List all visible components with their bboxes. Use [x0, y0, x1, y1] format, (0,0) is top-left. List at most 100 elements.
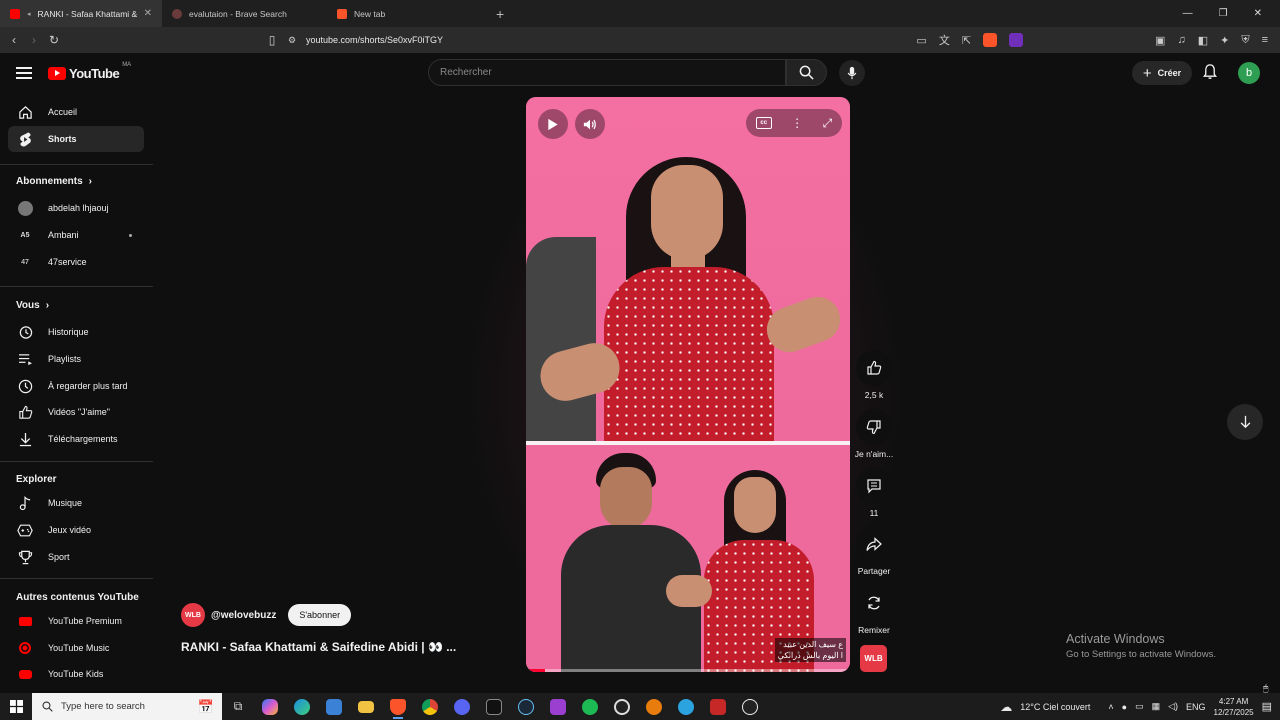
- taskbar-app-edge[interactable]: [286, 693, 318, 720]
- brave-favicon-icon: [337, 8, 347, 19]
- menu-icon[interactable]: ≡: [1262, 34, 1268, 46]
- close-window-icon[interactable]: ✕: [1254, 8, 1262, 19]
- sidebar-item-channel[interactable]: A5 Ambani: [8, 222, 144, 248]
- bookmark-icon[interactable]: ▯: [262, 33, 282, 47]
- fullscreen-icon[interactable]: ⤢: [823, 116, 833, 131]
- screen-icon[interactable]: ▭: [916, 34, 926, 47]
- network-icon[interactable]: ▦: [1152, 701, 1161, 712]
- tab-brave-search[interactable]: evalutaion - Brave Search: [162, 0, 327, 27]
- show-hidden-icons-icon[interactable]: ˄: [1108, 702, 1113, 712]
- next-short-button[interactable]: [1227, 404, 1263, 440]
- sidebar-item-sport[interactable]: Sport: [8, 544, 144, 570]
- subscriptions-heading[interactable]: Abonnements ›: [16, 176, 92, 187]
- task-view-button[interactable]: ⧉: [222, 693, 254, 720]
- you-heading[interactable]: Vous ›: [16, 300, 49, 311]
- remix-button[interactable]: Remixer: [853, 585, 895, 635]
- sidebar-item-youtube-kids[interactable]: YouTube Kids: [8, 661, 144, 687]
- hamburger-menu-icon[interactable]: [16, 64, 32, 82]
- sidebar-item-downloads[interactable]: Téléchargements: [8, 426, 144, 452]
- site-info-icon[interactable]: ⚙: [282, 35, 302, 46]
- create-button[interactable]: + Créer: [1132, 61, 1192, 85]
- share-icon[interactable]: ⇱: [962, 34, 971, 47]
- taskbar-search-input[interactable]: Type here to search 📅: [32, 693, 222, 720]
- sidebar-item-playlists[interactable]: Playlists: [8, 346, 144, 372]
- forward-icon[interactable]: ›: [24, 33, 44, 47]
- sidebar-item-liked-videos[interactable]: Vidéos "J'aime": [8, 399, 144, 425]
- dislike-button[interactable]: Je n'aim...: [853, 409, 895, 459]
- maximize-icon[interactable]: ❐: [1219, 8, 1228, 19]
- taskbar-app-chrome[interactable]: [414, 693, 446, 720]
- play-button[interactable]: [538, 109, 568, 139]
- tab-title: RANKI - Safaa Khattami & Sai: [37, 8, 137, 19]
- subscribe-button[interactable]: S'abonner: [288, 604, 352, 626]
- search-button[interactable]: [786, 59, 827, 86]
- like-button[interactable]: 2,5 k: [853, 350, 895, 400]
- close-tab-icon[interactable]: ✕: [144, 8, 152, 19]
- video-progress-bar[interactable]: [526, 669, 850, 672]
- new-tab-button[interactable]: +: [496, 6, 504, 22]
- volume-button[interactable]: [575, 109, 605, 139]
- sidebar-item-youtube-premium[interactable]: YouTube Premium: [8, 608, 144, 634]
- taskbar-app-discord[interactable]: [446, 693, 478, 720]
- taskbar-app-steam[interactable]: [510, 693, 542, 720]
- taskbar-app-prime[interactable]: [542, 693, 574, 720]
- language-indicator[interactable]: ENG: [1186, 702, 1206, 712]
- clock[interactable]: 4:27 AM 12/27/2025: [1214, 696, 1254, 718]
- taskbar-app-obs[interactable]: [606, 693, 638, 720]
- audio-icon[interactable]: ◂: [27, 10, 31, 18]
- voice-search-button[interactable]: [839, 60, 865, 86]
- sidebar-item-channel[interactable]: 47 47service: [8, 249, 144, 275]
- share-button[interactable]: Partager: [853, 526, 895, 576]
- taskbar-app-store[interactable]: [318, 693, 350, 720]
- brave-shields-icon[interactable]: [983, 33, 998, 47]
- video-title[interactable]: RANKI - Safaa Khattami & Saifedine Abidi…: [181, 640, 481, 654]
- search-input[interactable]: Rechercher: [428, 59, 786, 86]
- sidebar-item-watch-later[interactable]: À regarder plus tard: [8, 373, 144, 399]
- taskbar-app-brave[interactable]: [382, 693, 414, 720]
- brave-rewards-icon[interactable]: [1009, 33, 1024, 47]
- taskbar-app-spotify[interactable]: [574, 693, 606, 720]
- taskbar-app-explorer[interactable]: [350, 693, 382, 720]
- sidebar-item-accueil[interactable]: Accueil: [8, 99, 144, 125]
- taskbar-app-capcut[interactable]: [478, 693, 510, 720]
- channel-badge[interactable]: WLB: [860, 645, 887, 672]
- sidebar-toggle-icon[interactable]: ◧: [1198, 34, 1208, 47]
- start-button[interactable]: [0, 700, 32, 713]
- sidebar-item-gaming[interactable]: Jeux vidéo: [8, 517, 144, 543]
- comments-button[interactable]: 11: [853, 468, 895, 518]
- tab-new[interactable]: New tab: [327, 0, 492, 27]
- volume-tray-icon[interactable]: ◁): [1168, 701, 1178, 712]
- reload-icon[interactable]: ↻: [44, 33, 64, 47]
- avatar[interactable]: b: [1238, 62, 1260, 84]
- short-video-player[interactable]: ع سيف الدين عبيد ا اليوم بالش درانكي cc …: [526, 97, 850, 672]
- captions-icon[interactable]: cc: [755, 117, 772, 129]
- translate-icon[interactable]: 文: [939, 32, 950, 48]
- youtube-logo[interactable]: YouTube MA: [48, 62, 131, 81]
- taskbar-app-media[interactable]: [702, 693, 734, 720]
- taskbar-app-telegram[interactable]: [670, 693, 702, 720]
- channel-handle[interactable]: @welovebuzz: [211, 610, 276, 621]
- notifications-icon[interactable]: ▤: [1262, 700, 1272, 713]
- taskbar-app-chatgpt[interactable]: [734, 693, 766, 720]
- vpn-icon[interactable]: ⛨: [1241, 34, 1249, 47]
- display-icon[interactable]: ▭: [1135, 701, 1144, 712]
- sidebar-item-channel[interactable]: abdelah lhjaouj: [8, 195, 144, 221]
- notifications-button[interactable]: [1202, 63, 1218, 85]
- microphone-tray-icon[interactable]: ●: [1122, 702, 1127, 712]
- taskbar-app-copilot[interactable]: [254, 693, 286, 720]
- back-icon[interactable]: ‹: [4, 33, 24, 47]
- sidebar-item-history[interactable]: Historique: [8, 319, 144, 345]
- more-options-icon[interactable]: ⋮: [791, 117, 803, 129]
- url-field[interactable]: youtube.com/shorts/Se0xvF0iTGY: [306, 35, 443, 45]
- media-icon[interactable]: ♫: [1177, 34, 1185, 46]
- channel-avatar[interactable]: WLB: [181, 603, 205, 627]
- wallet-icon[interactable]: ▣: [1155, 34, 1165, 47]
- minimize-icon[interactable]: —: [1183, 8, 1193, 19]
- sidebar-item-youtube-music[interactable]: YouTube Music: [8, 635, 144, 661]
- leo-icon[interactable]: ✦: [1220, 34, 1229, 47]
- taskbar-app-blender[interactable]: [638, 693, 670, 720]
- sidebar-item-music[interactable]: Musique: [8, 490, 144, 516]
- sidebar-item-shorts[interactable]: Shorts: [8, 126, 144, 152]
- tab-youtube[interactable]: ◂ RANKI - Safaa Khattami & Sai ✕: [0, 0, 162, 27]
- weather-text[interactable]: 12°C Ciel couvert: [1020, 702, 1090, 712]
